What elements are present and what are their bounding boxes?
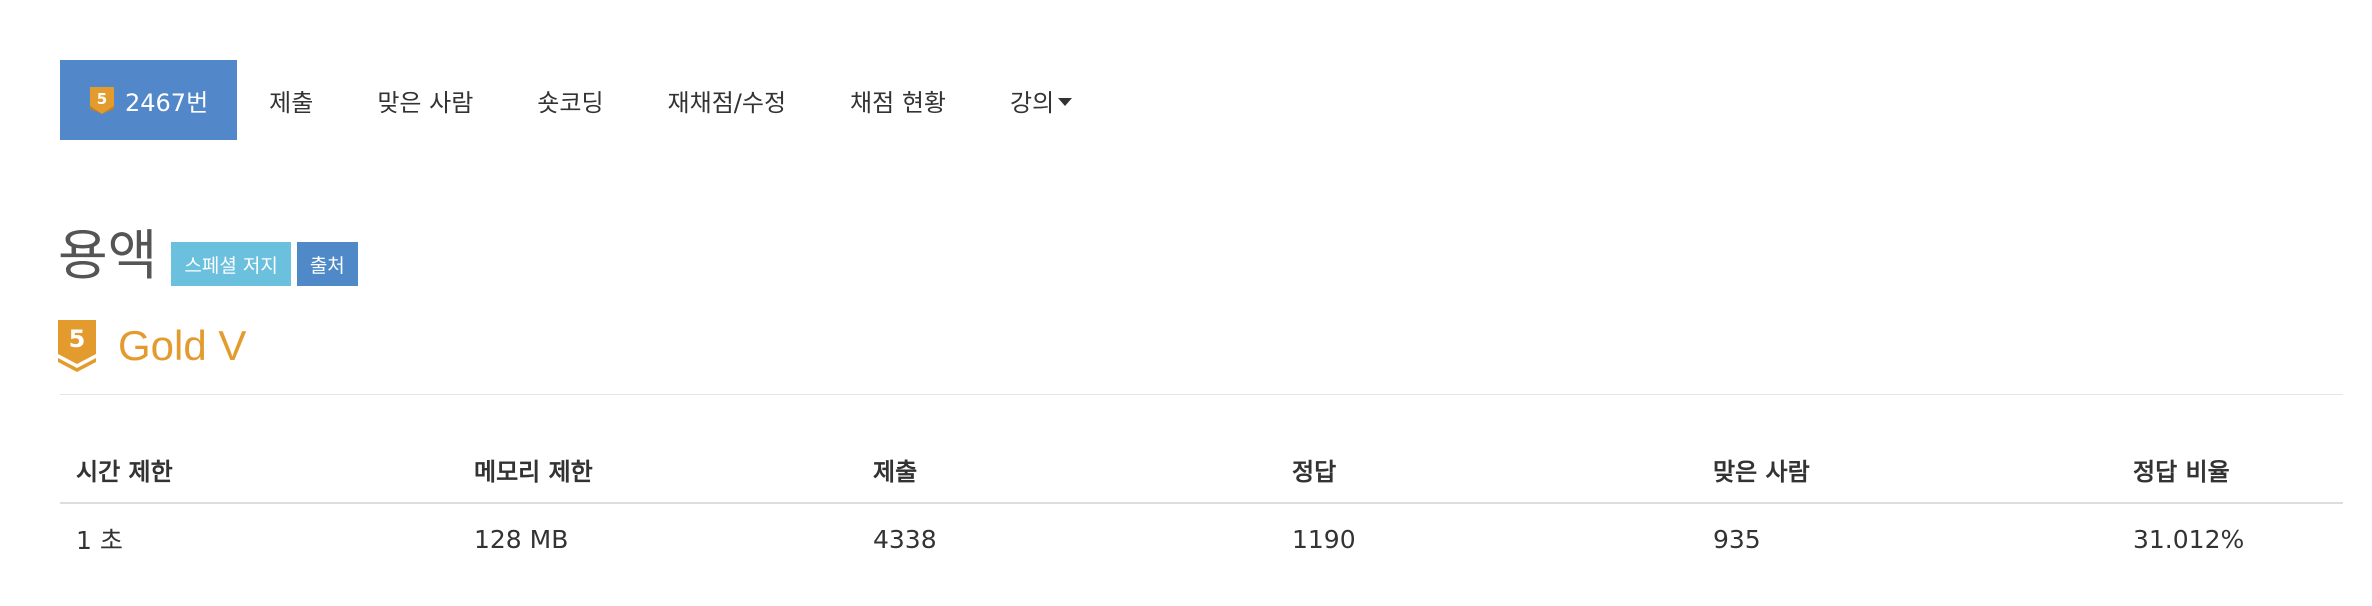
- divider: [60, 394, 2343, 395]
- tab-rejudge[interactable]: 재채점/수정: [636, 60, 819, 140]
- cell-solvers: 935: [1713, 524, 1761, 554]
- cell-time-limit: 1 초: [76, 526, 123, 555]
- tab-status[interactable]: 채점 현황: [818, 60, 978, 140]
- tab-short-coding[interactable]: 숏코딩: [505, 60, 635, 140]
- tab-problem-label: 2467번: [125, 88, 209, 117]
- tab-short-coding-label: 숏코딩: [537, 88, 604, 117]
- gold-tier-badge-icon: 5: [58, 320, 96, 372]
- tab-submit-label: 제출: [269, 88, 314, 117]
- gold-tier-5-icon: 5: [90, 86, 114, 114]
- tab-lectures-label: 강의: [1010, 88, 1055, 117]
- cell-ratio: 31.012%: [2133, 524, 2245, 554]
- tab-problem[interactable]: 5 2467번: [60, 60, 238, 140]
- tier-row: 5 Gold V: [58, 318, 246, 374]
- caret-down-icon: [1058, 98, 1073, 106]
- header-memory-limit: 메모리 제한: [458, 436, 857, 504]
- header-accepted: 정답: [1276, 436, 1697, 504]
- cell-accepted: 1190: [1292, 524, 1356, 554]
- problem-info-table: 시간 제한 메모리 제한 제출 정답 맞은 사람 정답 비율 1 초 128 M…: [60, 436, 2343, 574]
- tab-submit[interactable]: 제출: [237, 60, 345, 140]
- cell-memory-limit: 128 MB: [474, 524, 569, 554]
- header-submissions: 제출: [857, 436, 1276, 504]
- table-header-row: 시간 제한 메모리 제한 제출 정답 맞은 사람 정답 비율: [60, 436, 2343, 504]
- special-judge-badge: 스페셜 저지: [171, 242, 291, 286]
- problem-title-row: 용액 스페셜 저지 출처: [58, 216, 358, 286]
- tier-name[interactable]: Gold V: [118, 322, 246, 370]
- tab-lectures-dropdown[interactable]: 강의: [978, 60, 1104, 140]
- source-link[interactable]: 출처: [296, 242, 358, 286]
- tier-digit: 5: [69, 325, 86, 353]
- tab-status-label: 채점 현황: [850, 88, 946, 117]
- table-row: 1 초 128 MB 4338 1190 935 31.012%: [60, 503, 2343, 574]
- tab-rejudge-label: 재채점/수정: [667, 88, 787, 117]
- problem-menu-tabs: 5 2467번 제출 맞은 사람 숏코딩 재채점/수정 채점 현황 강의: [60, 60, 1104, 140]
- cell-submissions: 4338: [873, 524, 937, 554]
- page-title: 용액: [58, 224, 158, 287]
- tier-digit: 5: [97, 90, 107, 108]
- header-ratio: 정답 비율: [2117, 436, 2343, 504]
- header-solvers: 맞은 사람: [1697, 436, 2117, 504]
- header-time-limit: 시간 제한: [60, 436, 458, 504]
- tab-solvers[interactable]: 맞은 사람: [345, 60, 505, 140]
- tab-solvers-label: 맞은 사람: [377, 88, 474, 117]
